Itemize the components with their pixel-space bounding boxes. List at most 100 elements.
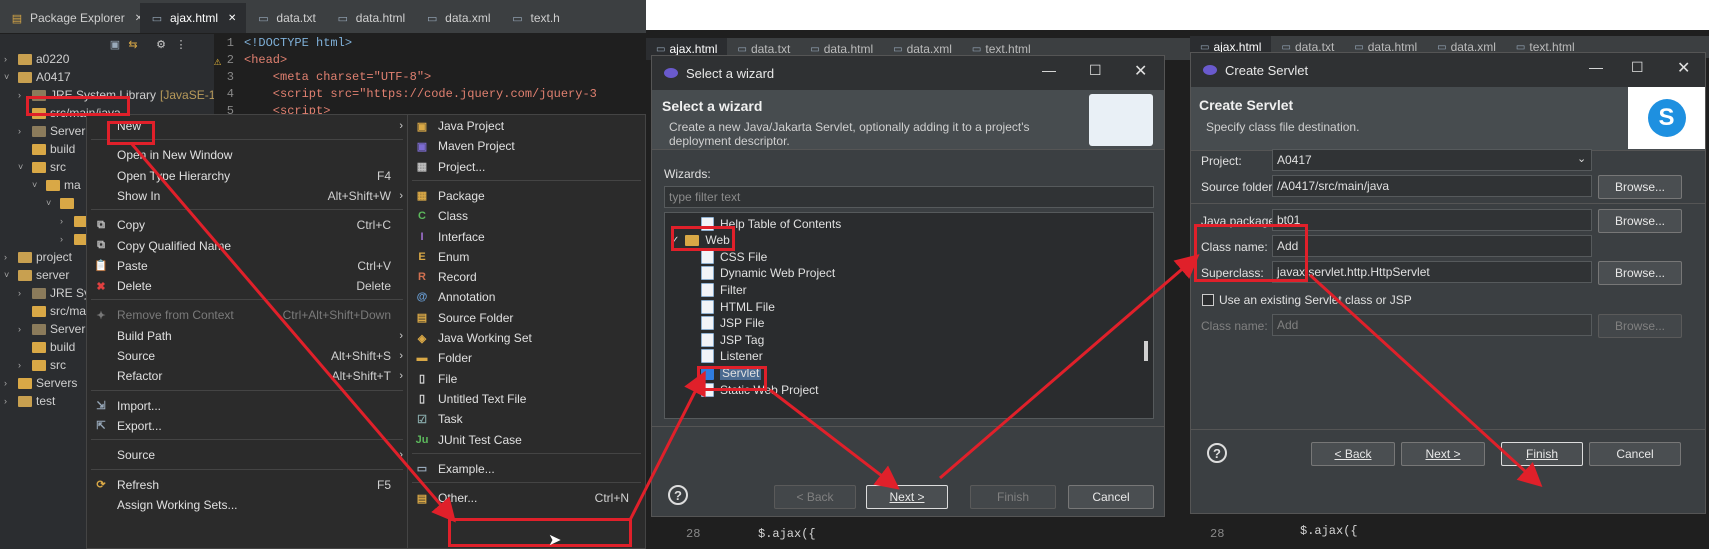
menu-item-package[interactable]: ▦ Package bbox=[408, 185, 645, 207]
filter-input[interactable]: type filter text bbox=[664, 186, 1154, 208]
menu-item-open-type-hierarchy[interactable]: Open Type Hierarchy F4 bbox=[87, 165, 407, 187]
tab-3[interactable]: ▭ data.html bbox=[326, 3, 415, 33]
menu-item-show-in[interactable]: Show In Alt+Shift+W › bbox=[87, 185, 407, 207]
menu-item-record[interactable]: R Record bbox=[408, 266, 645, 288]
filter-icon[interactable]: ⚙ bbox=[154, 37, 168, 51]
use-existing-checkbox[interactable] bbox=[1202, 294, 1214, 306]
java-package-field[interactable]: bt01 bbox=[1272, 209, 1592, 231]
wizard-item[interactable]: Static Web Project bbox=[665, 381, 818, 398]
expand-arrow-icon[interactable]: › bbox=[18, 360, 28, 370]
tab-2[interactable]: ▭ data.txt bbox=[246, 3, 325, 33]
menu-item-file[interactable]: ▯ File bbox=[408, 368, 645, 390]
wizard-item[interactable]: Dynamic Web Project bbox=[665, 265, 835, 282]
cancel-button[interactable]: Cancel bbox=[1068, 485, 1154, 509]
expand-arrow-icon[interactable]: › bbox=[4, 252, 14, 262]
menu-item-copy-qualified-name[interactable]: ⧉ Copy Qualified Name bbox=[87, 235, 407, 257]
browse-package-button[interactable]: Browse... bbox=[1598, 209, 1682, 233]
next-button[interactable]: Next > bbox=[1401, 442, 1485, 466]
link-editor-icon[interactable]: ⇆ bbox=[126, 37, 140, 51]
tree-item[interactable]: ˅ A0417 bbox=[0, 68, 214, 86]
menu-item-source-folder[interactable]: ▤ Source Folder bbox=[408, 307, 645, 329]
code-editor[interactable]: 1 <!DOCTYPE html> 2 <head> 3 <meta charset="… bbox=[214, 34, 646, 124]
wizard-item[interactable]: JSP Tag bbox=[665, 331, 764, 348]
expand-arrow-icon[interactable]: › bbox=[60, 216, 70, 226]
tab-5[interactable]: ▭ text.h bbox=[501, 3, 570, 33]
tab-4[interactable]: ▭ data.xml bbox=[415, 3, 500, 33]
menu-item-project[interactable]: ▦ Project... bbox=[408, 156, 645, 178]
menu-item-assign-working-sets[interactable]: Assign Working Sets... bbox=[87, 494, 407, 516]
expand-arrow-icon[interactable]: › bbox=[4, 396, 14, 406]
wizard-item[interactable]: Servlet bbox=[665, 364, 762, 381]
class-name2-field[interactable]: Add bbox=[1272, 314, 1592, 336]
menu-item-junit-test-case[interactable]: Ju JUnit Test Case bbox=[408, 429, 645, 451]
menu-item-copy[interactable]: ⧉ Copy Ctrl+C bbox=[87, 214, 407, 236]
expand-arrow-icon[interactable]: › bbox=[18, 288, 28, 298]
class-name-field[interactable]: Add bbox=[1272, 235, 1592, 257]
expand-arrow-icon[interactable]: › bbox=[4, 54, 14, 64]
expand-arrow-icon[interactable]: › bbox=[60, 234, 70, 244]
maximize-icon[interactable]: ☐ bbox=[1631, 59, 1644, 76]
menu-item-source[interactable]: Source Alt+Shift+S › bbox=[87, 345, 407, 367]
browse-superclass-button[interactable]: Browse... bbox=[1598, 261, 1682, 285]
menu-item-source[interactable]: Source › bbox=[87, 444, 407, 466]
menu-item-folder[interactable]: ▬ Folder bbox=[408, 347, 645, 369]
view-menu-icon[interactable]: ⋮ bbox=[174, 37, 188, 51]
help-icon[interactable]: ? bbox=[1207, 443, 1227, 463]
menu-item-other[interactable]: ▤ Other... Ctrl+N bbox=[408, 487, 645, 509]
scrollbar-thumb[interactable] bbox=[1144, 341, 1148, 361]
browse-source-button[interactable]: Browse... bbox=[1598, 175, 1682, 199]
minimize-icon[interactable]: — bbox=[1589, 59, 1603, 75]
menu-item-untitled-text-file[interactable]: ▯ Untitled Text File bbox=[408, 388, 645, 410]
back-button[interactable]: < Back bbox=[774, 485, 856, 509]
cancel-button[interactable]: Cancel bbox=[1589, 442, 1681, 466]
tab-0[interactable]: ▤ Package Explorer ✕ bbox=[0, 3, 143, 33]
next-button[interactable]: Next > bbox=[866, 485, 948, 509]
menu-item-interface[interactable]: I Interface bbox=[408, 226, 645, 248]
expand-arrow-icon[interactable]: ˅ bbox=[46, 198, 56, 208]
minimize-icon[interactable]: — bbox=[1042, 62, 1056, 78]
wizard-item[interactable]: Listener bbox=[665, 348, 763, 365]
menu-item-delete[interactable]: ✖ Delete Delete bbox=[87, 275, 407, 297]
expand-arrow-icon[interactable]: › bbox=[18, 126, 28, 136]
chevron-down-icon[interactable]: ⌄ bbox=[1577, 152, 1586, 165]
close-icon[interactable]: ✕ bbox=[228, 13, 236, 24]
wizard-item[interactable]: HTML File bbox=[665, 298, 775, 315]
tree-item[interactable]: › a0220 bbox=[0, 50, 214, 68]
menu-item-maven-project[interactable]: ▣ Maven Project bbox=[408, 135, 645, 157]
wizard-item[interactable]: CSS File bbox=[665, 248, 767, 265]
finish-button[interactable]: Finish bbox=[1501, 442, 1583, 466]
menu-item-paste[interactable]: 📋 Paste Ctrl+V bbox=[87, 255, 407, 277]
collapse-all-icon[interactable]: ▣ bbox=[108, 37, 122, 51]
browse-existing-button[interactable]: Browse... bbox=[1598, 314, 1682, 338]
menu-item-open-in-new-window[interactable]: Open in New Window bbox=[87, 144, 407, 166]
menu-item-build-path[interactable]: Build Path › bbox=[87, 325, 407, 347]
menu-item-refresh[interactable]: ⟳ Refresh F5 bbox=[87, 474, 407, 496]
menu-item-example[interactable]: ▭ Example... bbox=[408, 458, 645, 480]
wizard-item[interactable]: JSP File bbox=[665, 315, 764, 332]
menu-item-task[interactable]: ☑ Task bbox=[408, 408, 645, 430]
finish-button[interactable]: Finish bbox=[970, 485, 1056, 509]
tab-1[interactable]: ▭ ajax.html ✕ bbox=[140, 3, 247, 33]
source-folder-field[interactable]: /A0417/src/main/java bbox=[1272, 175, 1592, 197]
superclass-field[interactable]: javax.servlet.http.HttpServlet bbox=[1272, 261, 1592, 283]
menu-item-class[interactable]: C Class bbox=[408, 205, 645, 227]
help-icon[interactable]: ? bbox=[668, 485, 688, 505]
expand-arrow-icon[interactable]: › bbox=[18, 324, 28, 334]
menu-item-remove-from-context[interactable]: ✦ Remove from Context Ctrl+Alt+Shift+Down bbox=[87, 304, 407, 326]
wizard-item[interactable]: ✓ Web bbox=[665, 232, 730, 249]
close-icon[interactable]: ✕ bbox=[1134, 61, 1147, 81]
maximize-icon[interactable]: ☐ bbox=[1089, 62, 1102, 79]
menu-item-enum[interactable]: E Enum bbox=[408, 246, 645, 268]
expand-arrow-icon[interactable]: ˅ bbox=[4, 270, 14, 280]
menu-item-java-project[interactable]: ▣ Java Project bbox=[408, 115, 645, 137]
close-icon[interactable]: ✕ bbox=[1677, 58, 1690, 78]
menu-item-refactor[interactable]: Refactor Alt+Shift+T › bbox=[87, 365, 407, 387]
tree-item[interactable]: › JRE System Library[JavaSE-17 bbox=[0, 86, 214, 104]
back-button[interactable]: < Back bbox=[1311, 442, 1395, 466]
expand-arrow-icon[interactable]: ˅ bbox=[4, 72, 14, 82]
wizard-item[interactable]: Help Table of Contents bbox=[665, 215, 841, 232]
expand-arrow-icon[interactable]: › bbox=[4, 378, 14, 388]
menu-item-java-working-set[interactable]: ◈ Java Working Set bbox=[408, 327, 645, 349]
expand-arrow-icon[interactable]: ✓ bbox=[671, 235, 679, 246]
expand-arrow-icon[interactable]: ˅ bbox=[32, 180, 42, 190]
